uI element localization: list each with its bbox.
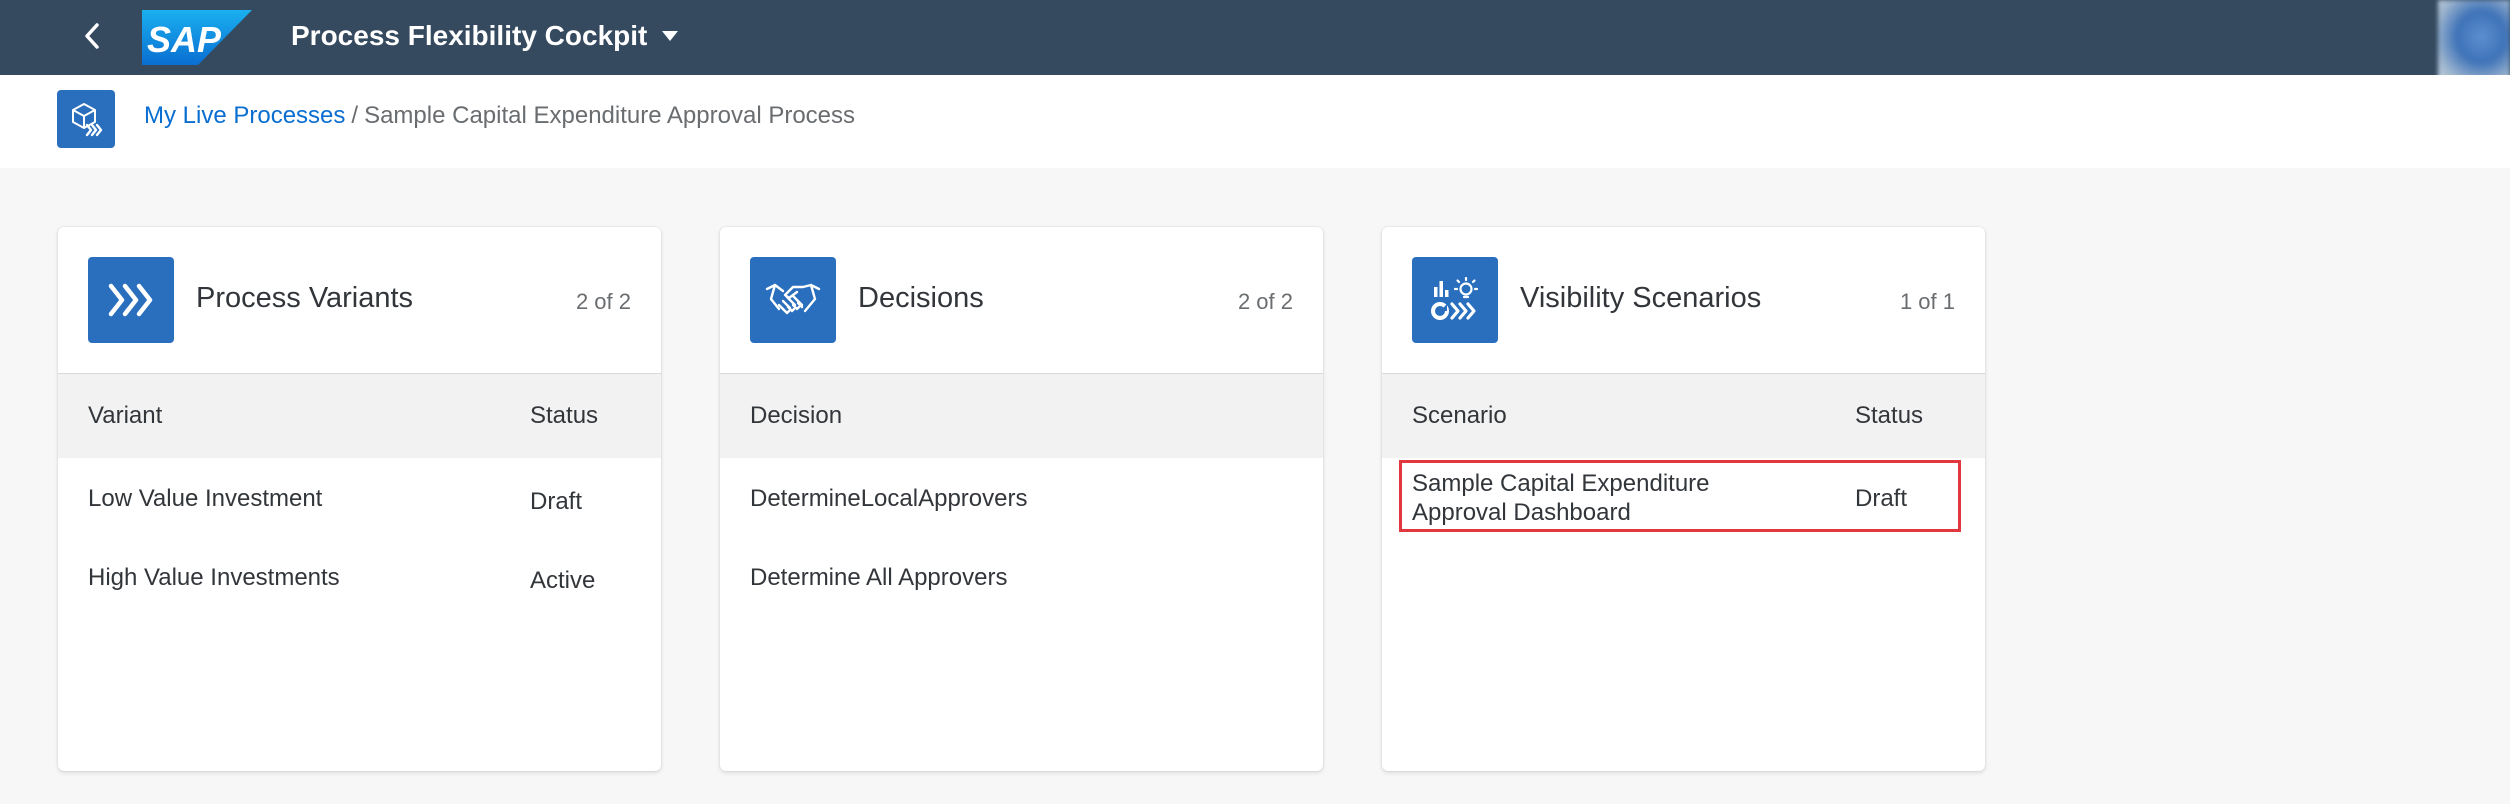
page-header: My Live Processes / Sample Capital Expendi… xyxy=(0,75,2510,168)
table-header: Decision xyxy=(720,373,1323,458)
process-app-icon xyxy=(57,90,115,148)
decisions-card-header[interactable]: Decisions 2 of 2 xyxy=(720,227,1323,373)
process-variants-card-icon xyxy=(88,257,174,343)
column-header-variant[interactable]: Variant xyxy=(88,402,162,430)
decisions-card: Decisions 2 of 2 Decision DetermineLocal… xyxy=(720,227,1323,771)
chevron-left-icon xyxy=(85,23,99,49)
process-variants-card-header[interactable]: Process Variants 2 of 2 xyxy=(58,227,661,373)
back-button[interactable] xyxy=(70,14,114,58)
column-header-decision[interactable]: Decision xyxy=(750,402,842,430)
table-header: Variant Status xyxy=(58,373,661,458)
table-row[interactable]: High Value Investments Active xyxy=(58,545,661,619)
app-title-menu[interactable]: Process Flexibility Cockpit xyxy=(291,16,679,56)
user-avatar[interactable] xyxy=(2438,0,2510,82)
table-row[interactable]: Determine All Approvers xyxy=(720,545,1323,619)
column-header-status[interactable]: Status xyxy=(1855,402,1923,430)
breadcrumb-current: Sample Capital Expenditure Approval Proc… xyxy=(364,102,856,129)
card-title: Decisions xyxy=(858,282,984,314)
table-row[interactable]: Low Value Investment Draft xyxy=(58,465,661,539)
card-title: Visibility Scenarios xyxy=(1520,282,1762,314)
column-header-status[interactable]: Status xyxy=(530,402,598,430)
handshake-icon xyxy=(765,283,821,315)
card-title: Process Variants xyxy=(196,282,414,314)
shell-bar: SAP Process Flexibility Cockpit xyxy=(0,0,2510,82)
visibility-scenarios-card-header[interactable]: Visibility Scenarios 1 of 1 xyxy=(1382,227,1985,373)
caret-down-icon xyxy=(662,31,679,41)
process-variants-card: Process Variants 2 of 2 Variant Status L… xyxy=(58,227,661,771)
column-header-scenario[interactable]: Scenario xyxy=(1412,402,1507,430)
card-count: 2 of 2 xyxy=(575,289,631,314)
variant-name: High Value Investments xyxy=(88,564,340,591)
visibility-scenario-icon xyxy=(1431,277,1479,320)
variant-status: Active xyxy=(530,567,596,594)
visibility-scenarios-card: Visibility Scenarios 1 of 1 Scenario Sta… xyxy=(1382,227,1985,771)
process-chevrons-icon xyxy=(108,283,153,317)
breadcrumb-link-my-live-processes[interactable]: My Live Processes xyxy=(144,102,345,129)
table-row[interactable]: DetermineLocalApprovers xyxy=(720,465,1323,539)
breadcrumb-separator: / xyxy=(351,102,359,129)
app-title: Process Flexibility Cockpit xyxy=(291,20,648,51)
variant-name: Low Value Investment xyxy=(88,485,323,512)
breadcrumb: My Live Processes / Sample Capital Expendi… xyxy=(144,102,855,130)
card-count: 2 of 2 xyxy=(1237,289,1293,314)
decision-name: Determine All Approvers xyxy=(750,564,1008,591)
sap-logo-text: SAP xyxy=(147,19,222,60)
decisions-card-icon xyxy=(750,257,836,343)
decision-name: DetermineLocalApprovers xyxy=(750,485,1028,512)
selection-highlight-box xyxy=(1399,460,1961,532)
process-cube-icon xyxy=(72,103,103,137)
visibility-scenarios-card-icon xyxy=(1412,257,1498,343)
table-header: Scenario Status xyxy=(1382,373,1985,458)
sap-logo: SAP xyxy=(142,10,252,65)
variant-status: Draft xyxy=(530,488,583,515)
card-count: 1 of 1 xyxy=(1899,289,1955,314)
